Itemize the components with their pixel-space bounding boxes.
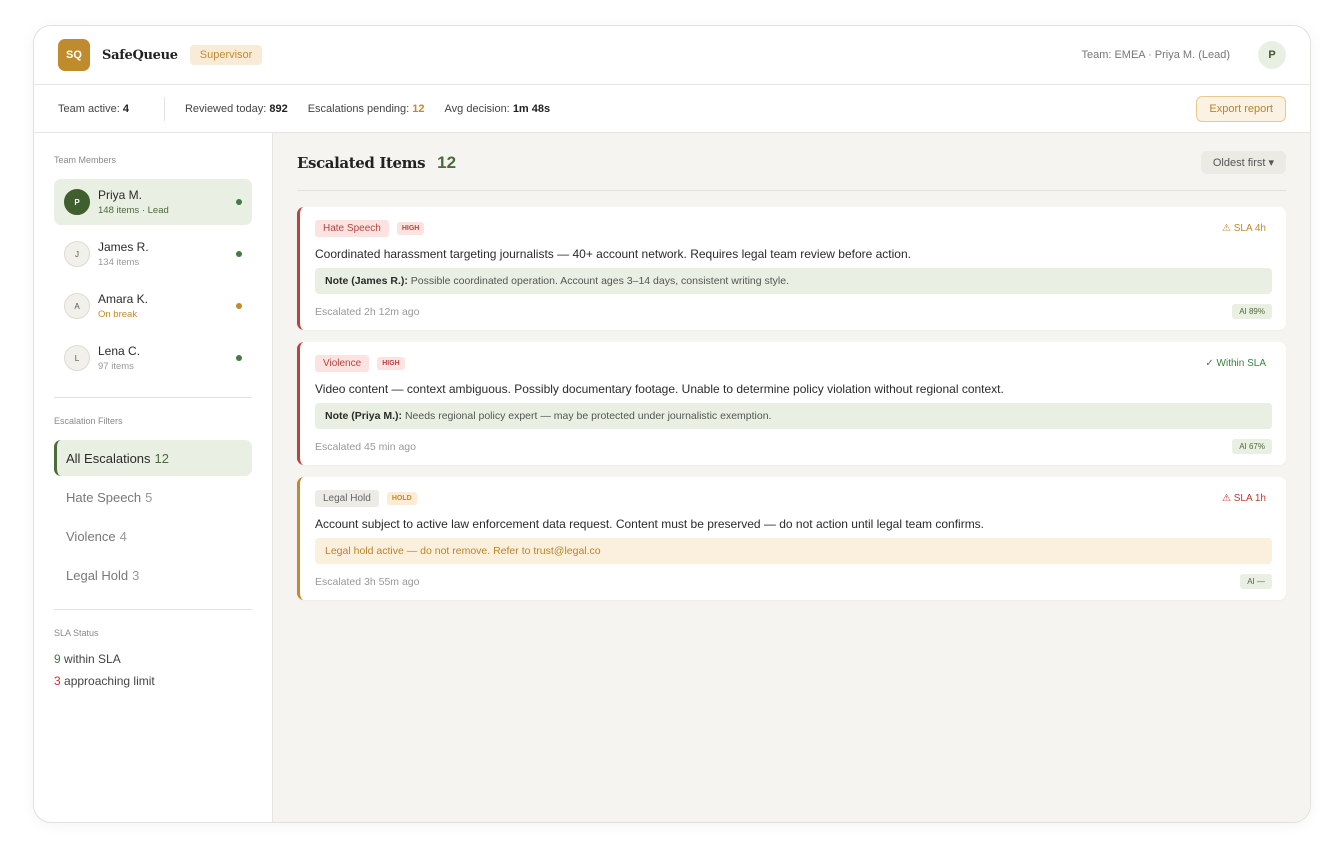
status-dot [236, 199, 242, 205]
sidebar: Team Members P Priya M. 148 items · Lead… [34, 133, 273, 822]
severity-badge: HIGH [377, 356, 405, 370]
sla-status-title: SLA Status [54, 628, 99, 638]
escalation-card[interactable]: Violence HIGH ✓ Within SLA Video content… [297, 342, 1286, 465]
content-area: Team Members P Priya M. 148 items · Lead… [34, 133, 1310, 822]
avatar: A [64, 293, 90, 319]
filter-all-escalations[interactable]: All Escalations 12 [54, 440, 252, 476]
avatar: J [64, 241, 90, 267]
escalation-card[interactable]: Hate Speech HIGH ⚠ SLA 4h Coordinated ha… [297, 207, 1286, 330]
page-title: Escalated Items [297, 153, 426, 172]
member-sub: On break [98, 309, 138, 320]
category-tag: Hate Speech [315, 219, 389, 237]
member-priya[interactable]: P Priya M. 148 items · Lead [54, 179, 252, 225]
avg-decision-stat: Avg decision: 1m 48s [444, 102, 551, 115]
reviewer-note: Note (James R.): Possible coordinated op… [315, 268, 1272, 294]
member-sub: 97 items [98, 361, 134, 372]
escalated-time: Escalated 3h 55m ago [315, 575, 420, 588]
escalated-time: Escalated 2h 12m ago [315, 305, 420, 318]
avatar: L [64, 345, 90, 371]
filter-violence[interactable]: Violence 4 [54, 518, 252, 554]
user-avatar[interactable]: P [1258, 41, 1286, 69]
escalation-filters-title: Escalation Filters [54, 416, 123, 426]
sidebar-divider [54, 397, 252, 398]
escalations-pending-stat: Escalations pending: 12 [307, 102, 425, 115]
sort-dropdown[interactable]: Oldest first ▾ [1200, 151, 1286, 174]
member-amara[interactable]: A Amara K. On break [54, 283, 252, 329]
avatar: P [64, 189, 90, 215]
escalated-count: 12 [437, 152, 457, 172]
sla-within: 9 within SLA [54, 652, 121, 666]
severity-badge: HIGH [396, 221, 425, 235]
card-description: Video content — context ambiguous. Possi… [315, 382, 1004, 396]
main-panel: Escalated Items 12 Oldest first ▾ Hate S… [273, 133, 1310, 822]
stats-divider [163, 96, 165, 121]
member-sub: 148 items · Lead [98, 205, 169, 216]
reviewed-today-stat: Reviewed today: 892 [184, 102, 288, 115]
status-dot [236, 355, 242, 361]
member-name: Lena C. [98, 344, 141, 358]
filter-legal-hold[interactable]: Legal Hold 3 [54, 557, 252, 593]
member-james[interactable]: J James R. 134 items [54, 231, 252, 277]
sla-indicator: ✓ Within SLA [1205, 357, 1266, 369]
ai-confidence-badge: AI — [1240, 574, 1272, 589]
app-logo: SQ [58, 39, 90, 71]
team-active-stat: Team active: 4 [58, 102, 129, 115]
filter-hate-speech[interactable]: Hate Speech 5 [54, 479, 252, 515]
header-divider [297, 190, 1286, 191]
main-header: Escalated Items 12 Oldest first ▾ [297, 151, 1286, 174]
team-members-title: Team Members [54, 155, 117, 165]
card-description: Coordinated harassment targeting journal… [315, 247, 911, 261]
sla-approaching: 3 approaching limit [54, 674, 155, 688]
member-name: Priya M. [98, 188, 143, 202]
top-bar: SQ SafeQueue Supervisor Team: EMEA · Pri… [34, 26, 1310, 85]
escalated-time: Escalated 45 min ago [315, 440, 416, 453]
status-dot [236, 303, 242, 309]
category-tag: Violence [315, 354, 370, 372]
app-window: SQ SafeQueue Supervisor Team: EMEA · Pri… [33, 25, 1311, 823]
status-dot [236, 251, 242, 257]
ai-confidence-badge: AI 89% [1232, 304, 1272, 319]
export-report-button[interactable]: Export report [1196, 95, 1286, 122]
role-badge: Supervisor [189, 45, 263, 65]
escalation-card[interactable]: Legal Hold HOLD ⚠ SLA 1h Account subject… [297, 477, 1286, 600]
card-description: Account subject to active law enforcemen… [315, 517, 985, 531]
ai-confidence-badge: AI 67% [1232, 439, 1272, 454]
legal-hold-note: Legal hold active — do not remove. Refer… [315, 538, 1272, 564]
sidebar-divider [54, 609, 252, 610]
severity-badge: HOLD [386, 491, 417, 505]
sla-indicator: ⚠ SLA 1h [1222, 492, 1266, 504]
brand-name: SafeQueue [102, 47, 178, 63]
member-name: Amara K. [98, 292, 149, 306]
category-tag: Legal Hold [315, 489, 379, 507]
team-info: Team: EMEA · Priya M. (Lead) [1081, 49, 1230, 61]
stats-bar: Team active: 4 Reviewed today: 892 Escal… [34, 85, 1310, 133]
member-name: James R. [98, 240, 149, 254]
member-sub: 134 items [98, 257, 140, 268]
sla-indicator: ⚠ SLA 4h [1222, 222, 1266, 234]
member-lena[interactable]: L Lena C. 97 items [54, 335, 252, 381]
reviewer-note: Note (Priya M.): Needs regional policy e… [315, 403, 1272, 429]
